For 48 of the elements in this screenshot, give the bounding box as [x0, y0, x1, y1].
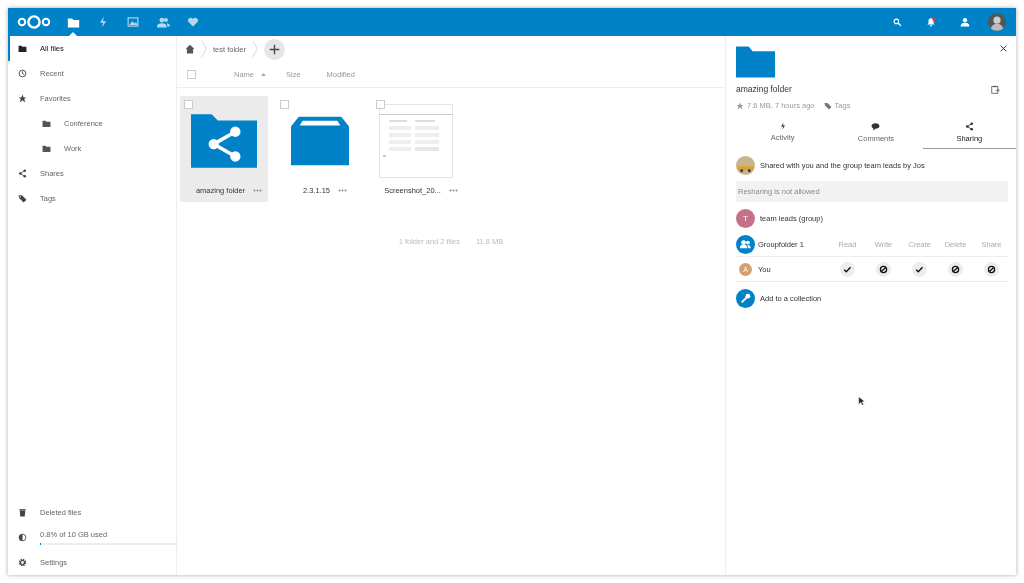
- notifications-icon[interactable]: [926, 17, 936, 27]
- share-icon: [18, 169, 27, 178]
- user-avatar[interactable]: [988, 13, 1006, 31]
- clipboard-icon[interactable]: [991, 84, 1000, 94]
- select-all-checkbox[interactable]: [187, 70, 196, 79]
- tag-icon: [18, 194, 27, 203]
- sharer-avatar: [736, 156, 755, 175]
- forbidden-icon[interactable]: [948, 261, 963, 277]
- folder-icon: [18, 44, 27, 53]
- sort-icon: [261, 72, 266, 77]
- activity-icon: [778, 122, 787, 130]
- more-icon[interactable]: [338, 189, 348, 192]
- forbidden-icon[interactable]: [876, 261, 891, 277]
- external-folder-icon: [291, 116, 349, 166]
- share-icon: [964, 122, 974, 131]
- comment-icon: [871, 122, 881, 131]
- close-icon[interactable]: [1000, 45, 1007, 52]
- chevron-icon: [201, 39, 207, 59]
- contacts-icon[interactable]: [960, 17, 970, 27]
- home-icon[interactable]: [185, 44, 195, 54]
- file-checkbox[interactable]: [280, 100, 289, 109]
- details-title: amazing folder: [736, 84, 792, 94]
- more-icon[interactable]: [253, 189, 263, 192]
- forbidden-icon[interactable]: [984, 261, 999, 277]
- check-icon[interactable]: [912, 261, 927, 277]
- wrench-icon[interactable]: [736, 289, 755, 308]
- quota-icon: [18, 533, 27, 542]
- folder-icon: [42, 119, 51, 128]
- shared-folder-icon: [191, 113, 257, 169]
- chevron-icon: [251, 39, 258, 59]
- folder-icon: [42, 144, 51, 153]
- new-button[interactable]: [263, 38, 285, 60]
- logo-icon[interactable]: [16, 14, 52, 30]
- star-icon: [18, 94, 27, 103]
- search-icon[interactable]: [893, 17, 902, 27]
- trash-icon: [18, 508, 27, 517]
- check-icon[interactable]: [840, 261, 855, 277]
- file-checkbox[interactable]: [184, 100, 193, 109]
- tag-icon[interactable]: [823, 101, 832, 110]
- mouse-pointer-icon: [858, 396, 865, 406]
- file-checkbox[interactable]: [376, 100, 385, 109]
- star-icon[interactable]: [736, 101, 744, 110]
- groupfolder-icon: [736, 234, 755, 254]
- folder-icon: [736, 46, 775, 78]
- clock-icon: [18, 69, 27, 78]
- group-avatar: T: [736, 209, 755, 228]
- settings-icon: [18, 558, 27, 567]
- more-icon[interactable]: [448, 189, 458, 192]
